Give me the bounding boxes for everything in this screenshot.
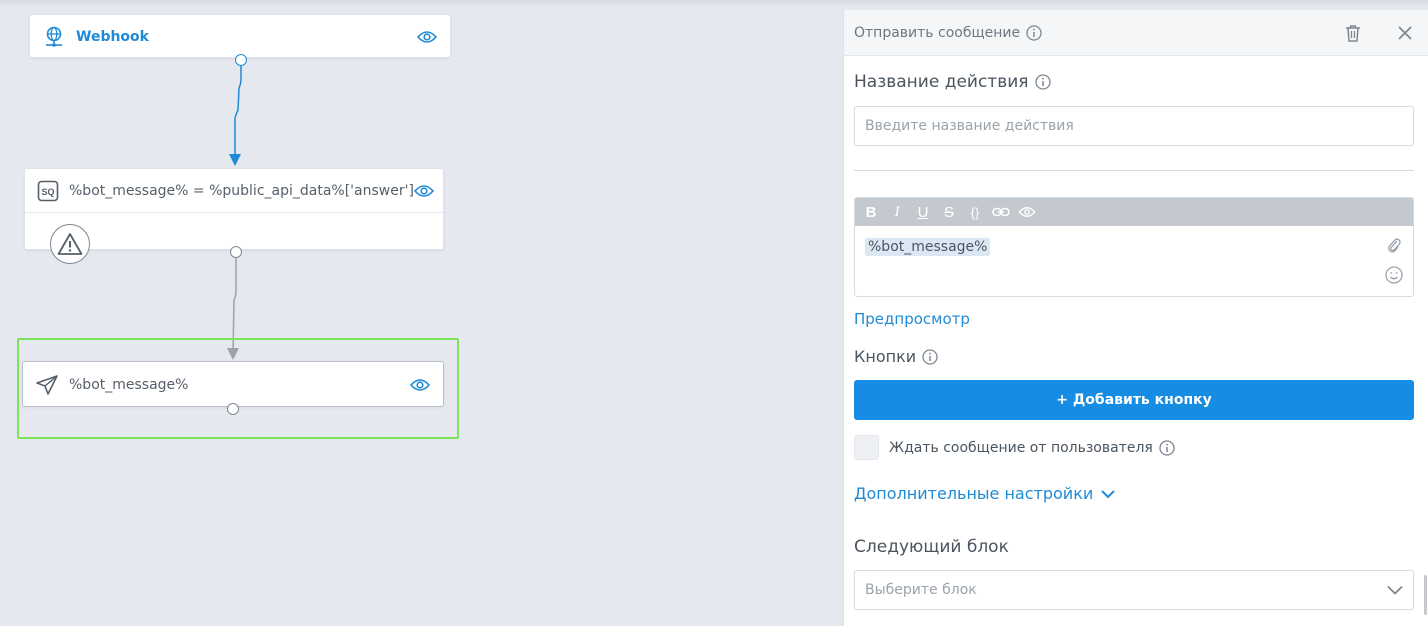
action-name-label: Название действия (854, 72, 1414, 92)
webhook-node[interactable]: Webhook (29, 14, 451, 58)
warning-badge[interactable] (50, 224, 90, 264)
info-icon[interactable] (1034, 74, 1051, 90)
preview-link[interactable]: Предпросмотр (854, 310, 970, 328)
info-icon[interactable] (1026, 24, 1042, 41)
eye-icon[interactable] (409, 374, 431, 396)
sql-badge-text: SQ (41, 187, 54, 197)
trash-icon (1346, 24, 1360, 42)
output-port[interactable] (227, 403, 239, 415)
info-icon[interactable] (1159, 439, 1175, 456)
eye-icon[interactable] (413, 180, 434, 202)
output-port[interactable] (230, 246, 242, 258)
warning-icon (57, 233, 83, 255)
send-node-title: %bot_message% (69, 377, 189, 393)
panel-header: Отправить сообщение (844, 10, 1428, 56)
wait-message-label: Ждать сообщение от пользователя (889, 439, 1153, 456)
eye-icon[interactable] (1017, 202, 1037, 222)
panel-title: Отправить сообщение (854, 24, 1021, 41)
paper-plane-icon (35, 373, 59, 397)
action-settings-panel: Отправить сообщение Название действия Вв… (843, 10, 1428, 626)
editor-content[interactable]: %bot_message% (855, 226, 1413, 296)
strikethrough-icon[interactable]: S (939, 202, 959, 222)
chevron-down-icon (1387, 585, 1403, 595)
add-button-button[interactable]: + Добавить кнопку (854, 380, 1414, 420)
webhook-node-title: Webhook (76, 29, 149, 45)
close-button[interactable] (1392, 20, 1418, 46)
advanced-settings-link: Дополнительные настройки (854, 484, 1094, 503)
send-message-node[interactable]: %bot_message% (22, 361, 444, 407)
divider (854, 170, 1414, 171)
globe-network-icon (42, 25, 66, 49)
editor-toolbar: B I U S {} (855, 198, 1413, 226)
scrollbar[interactable] (1424, 575, 1427, 615)
emoji-icon[interactable] (1385, 266, 1403, 288)
sql-icon: SQ (37, 179, 59, 203)
buttons-label: Кнопки (854, 347, 938, 366)
output-port[interactable] (235, 54, 247, 66)
eye-icon[interactable] (416, 26, 438, 48)
link-icon[interactable] (991, 202, 1011, 222)
arrow-head (229, 154, 241, 166)
underline-icon[interactable]: U (913, 202, 933, 222)
chevron-down-icon (1101, 489, 1115, 499)
next-block-label: Следующий блок (854, 537, 1009, 557)
next-block-select[interactable]: Выберите блок (854, 570, 1414, 610)
action-name-input[interactable]: Введите название действия (854, 106, 1414, 146)
braces-icon[interactable]: {} (965, 202, 985, 222)
connectors (227, 66, 242, 360)
italic-icon[interactable]: I (887, 202, 907, 222)
close-icon (1398, 25, 1412, 40)
paperclip-icon[interactable] (1387, 236, 1401, 258)
wait-message-row: Ждать сообщение от пользователя (854, 435, 1175, 460)
message-editor[interactable]: B I U S {} %bot_message% (854, 197, 1414, 297)
assign-node-title: %bot_message% = %public_api_data%['answe… (69, 182, 414, 199)
info-icon[interactable] (922, 348, 938, 365)
delete-button[interactable] (1340, 20, 1366, 46)
wait-message-checkbox[interactable] (854, 435, 879, 460)
variable-chip: %bot_message% (865, 238, 991, 256)
flow-canvas[interactable]: Webhook SQ %bot_message% = %public_api_d… (0, 0, 843, 626)
advanced-settings-toggle[interactable]: Дополнительные настройки (854, 484, 1115, 503)
bold-icon[interactable]: B (861, 202, 881, 222)
